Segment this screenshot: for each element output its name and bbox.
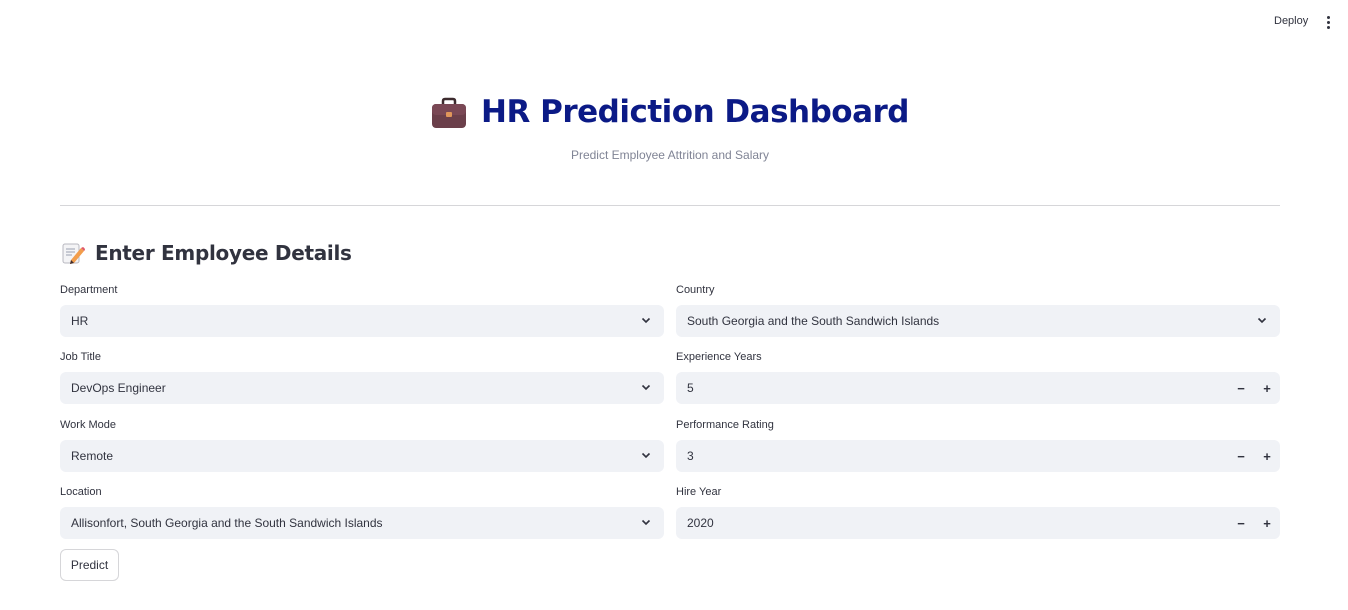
chevron-down-icon — [641, 384, 651, 391]
section-heading: Enter Employee Details — [60, 238, 352, 268]
deploy-button[interactable]: Deploy — [1264, 14, 1318, 28]
page-title: HR Prediction Dashboard — [481, 94, 910, 130]
department-select[interactable]: HR — [60, 305, 664, 337]
increment-button[interactable]: + — [1254, 507, 1280, 539]
chevron-down-icon — [641, 452, 651, 459]
work-mode-select[interactable]: Remote — [60, 440, 664, 472]
page-header: HR Prediction Dashboard Predict Employee… — [60, 90, 1280, 162]
country-select[interactable]: South Georgia and the South Sandwich Isl… — [676, 305, 1280, 337]
decrement-button[interactable]: − — [1228, 440, 1254, 472]
hire-year-label: Hire Year — [676, 486, 722, 498]
job-title-field: Job Title DevOps Engineer — [60, 350, 664, 404]
department-field: Department HR — [60, 283, 664, 337]
country-field: Country South Georgia and the South Sand… — [676, 283, 1280, 337]
country-value: South Georgia and the South Sandwich Isl… — [687, 314, 940, 328]
work-mode-value: Remote — [71, 449, 114, 463]
experience-years-label: Experience Years — [676, 351, 762, 363]
department-label: Department — [60, 284, 118, 296]
divider — [60, 205, 1280, 206]
increment-button[interactable]: + — [1254, 372, 1280, 404]
decrement-button[interactable]: − — [1228, 372, 1254, 404]
hire-year-value: 2020 — [687, 516, 714, 530]
hire-year-input[interactable]: 2020 − + — [676, 507, 1280, 539]
experience-years-field: Experience Years 5 − + — [676, 350, 1280, 404]
page-subtitle: Predict Employee Attrition and Salary — [570, 148, 770, 162]
experience-years-stepper: − + — [1228, 372, 1280, 404]
performance-rating-label: Performance Rating — [676, 419, 774, 431]
experience-years-input[interactable]: 5 − + — [676, 372, 1280, 404]
decrement-button[interactable]: − — [1228, 507, 1254, 539]
country-label: Country — [676, 284, 715, 296]
location-field: Location Allisonfort, South Georgia and … — [60, 485, 664, 539]
chevron-down-icon — [641, 317, 651, 324]
work-mode-label: Work Mode — [60, 419, 117, 431]
chevron-down-icon — [641, 519, 651, 526]
work-mode-field: Work Mode Remote — [60, 418, 664, 472]
predict-button[interactable]: Predict — [60, 549, 119, 581]
department-value: HR — [71, 314, 89, 328]
memo-icon — [60, 240, 86, 266]
app-toolbar: Deploy — [0, 0, 1348, 44]
performance-rating-stepper: − + — [1228, 440, 1280, 472]
section-title: Enter Employee Details — [95, 241, 352, 265]
chevron-down-icon — [1257, 317, 1267, 324]
performance-rating-field: Performance Rating 3 − + — [676, 418, 1280, 472]
location-select[interactable]: Allisonfort, South Georgia and the South… — [60, 507, 664, 539]
job-title-value: DevOps Engineer — [71, 381, 166, 395]
location-label: Location — [60, 486, 102, 498]
hire-year-field: Hire Year 2020 − + — [676, 485, 1280, 539]
performance-rating-value: 3 — [687, 449, 694, 463]
briefcase-icon — [431, 96, 467, 130]
performance-rating-input[interactable]: 3 − + — [676, 440, 1280, 472]
kebab-menu-icon[interactable] — [1320, 13, 1336, 31]
hire-year-stepper: − + — [1228, 507, 1280, 539]
increment-button[interactable]: + — [1254, 440, 1280, 472]
job-title-select[interactable]: DevOps Engineer — [60, 372, 664, 404]
location-value: Allisonfort, South Georgia and the South… — [71, 516, 383, 530]
job-title-label: Job Title — [60, 351, 101, 363]
experience-years-value: 5 — [687, 381, 694, 395]
